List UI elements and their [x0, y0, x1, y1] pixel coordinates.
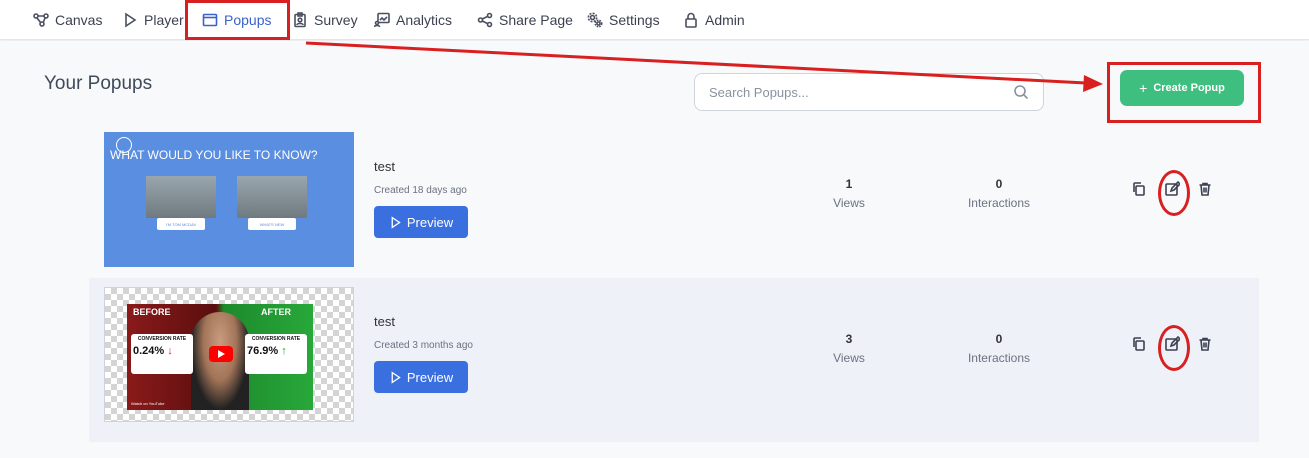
nav-item-survey[interactable]: Survey — [292, 0, 358, 40]
after-label: AFTER — [261, 307, 291, 317]
trash-icon — [1199, 337, 1211, 351]
trash-icon — [1199, 182, 1211, 196]
nav-item-label: Canvas — [55, 12, 103, 28]
search-icon — [1014, 85, 1029, 100]
views-count: 1 — [845, 177, 853, 191]
preview-button[interactable]: Preview — [374, 361, 468, 393]
nav-item-label: Analytics — [396, 12, 453, 28]
card-value-text: 0.24% — [133, 345, 165, 357]
interactions-label: Interactions — [967, 196, 1031, 210]
after-card: CONVERSION RATE 76.9% ↑ — [245, 334, 307, 374]
card-value: 76.9% ↑ — [247, 345, 305, 357]
plus-icon: + — [1139, 80, 1148, 96]
card-title: CONVERSION RATE — [137, 336, 187, 342]
interactions-count: 0 — [995, 332, 1003, 346]
nav-item-player[interactable]: Player — [122, 0, 184, 40]
nav-item-label: Share Page — [499, 12, 573, 28]
duplicate-button[interactable] — [1131, 336, 1147, 357]
card-value-text: 76.9% — [247, 345, 279, 357]
nav-item-settings[interactable]: Settings — [587, 0, 660, 40]
search-box[interactable] — [694, 73, 1044, 111]
search-input[interactable] — [709, 84, 1013, 100]
copy-icon — [1133, 182, 1145, 196]
share-icon — [477, 12, 493, 28]
nav-item-label: Survey — [314, 12, 358, 28]
preview-label: Preview — [406, 214, 454, 230]
play-icon — [391, 215, 401, 229]
popup-thumbnail[interactable]: BEFORE AFTER CONVERSION RATE 0.24% ↓ CON… — [104, 287, 354, 422]
delete-button[interactable] — [1197, 181, 1213, 202]
nav-item-admin[interactable]: Admin — [683, 0, 745, 40]
popup-row: WHAT WOULD YOU LIKE TO KNOW? I'M TOM MCD… — [89, 123, 1259, 287]
thumbnail-question: WHAT WOULD YOU LIKE TO KNOW? — [110, 148, 318, 162]
nav-item-analytics[interactable]: Analytics — [374, 0, 452, 40]
views-label: Views — [833, 196, 865, 210]
create-popup-button[interactable]: + Create Popup — [1120, 70, 1244, 106]
interactions-label: Interactions — [967, 351, 1031, 365]
views-stat: 3 Views — [824, 332, 874, 365]
card-value: 0.24% ↓ — [133, 345, 191, 357]
popup-thumbnail[interactable]: WHAT WOULD YOU LIKE TO KNOW? I'M TOM MCD… — [104, 132, 354, 267]
card-title: CONVERSION RATE — [251, 336, 301, 342]
gears-icon — [587, 12, 603, 28]
arrow-up-icon: ↑ — [281, 345, 287, 357]
popup-name: test — [374, 314, 395, 329]
before-label: BEFORE — [133, 307, 171, 317]
watch-on-youtube: Watch on YouTube — [131, 401, 165, 406]
main-content: Your Popups + Create Popup WHAT WOULD YO… — [0, 41, 1309, 458]
popup-row: BEFORE AFTER CONVERSION RATE 0.24% ↓ CON… — [89, 278, 1259, 442]
play-icon — [125, 12, 137, 28]
chart-user-icon — [374, 12, 390, 28]
nav-item-label: Player — [144, 12, 184, 28]
thumbnail-video-2 — [237, 176, 307, 218]
top-nav: Canvas Player Popups Survey Analytics Sh… — [0, 0, 1309, 40]
nav-item-label: Admin — [705, 12, 745, 28]
video-thumbnail: BEFORE AFTER CONVERSION RATE 0.24% ↓ CON… — [127, 304, 313, 410]
nav-item-canvas[interactable]: Canvas — [33, 0, 102, 40]
views-stat: 1 Views — [824, 177, 874, 210]
interactions-stat: 0 Interactions — [959, 177, 1039, 210]
popups-highlight-box — [185, 0, 290, 40]
interactions-count: 0 — [995, 177, 1003, 191]
clipboard-user-icon — [294, 12, 306, 28]
views-label: Views — [833, 351, 865, 365]
views-count: 3 — [845, 332, 853, 346]
delete-button[interactable] — [1197, 336, 1213, 357]
thumbnail-button-2: WHATS NEW — [248, 218, 296, 230]
popup-name: test — [374, 159, 395, 174]
nav-item-share-page[interactable]: Share Page — [477, 0, 573, 40]
thumbnail-video-1 — [146, 176, 216, 218]
youtube-play-icon — [209, 346, 233, 362]
popup-created: Created 3 months ago — [374, 340, 473, 351]
preview-label: Preview — [406, 369, 454, 385]
duplicate-button[interactable] — [1131, 181, 1147, 202]
preview-button[interactable]: Preview — [374, 206, 468, 238]
play-icon — [391, 370, 401, 384]
popup-created: Created 18 days ago — [374, 185, 467, 196]
before-card: CONVERSION RATE 0.24% ↓ — [131, 334, 193, 374]
create-popup-label: Create Popup — [1153, 82, 1225, 94]
arrow-down-icon: ↓ — [167, 345, 173, 357]
share-nodes-icon — [33, 13, 49, 27]
edit-highlight-circle — [1158, 325, 1190, 371]
copy-icon — [1133, 337, 1145, 351]
interactions-stat: 0 Interactions — [959, 332, 1039, 365]
edit-highlight-circle — [1158, 170, 1190, 216]
thumbnail-button-1: I'M TOM MCDAV — [157, 218, 205, 230]
nav-item-label: Settings — [609, 12, 660, 28]
lock-icon — [685, 12, 697, 28]
page-title: Your Popups — [44, 73, 153, 94]
